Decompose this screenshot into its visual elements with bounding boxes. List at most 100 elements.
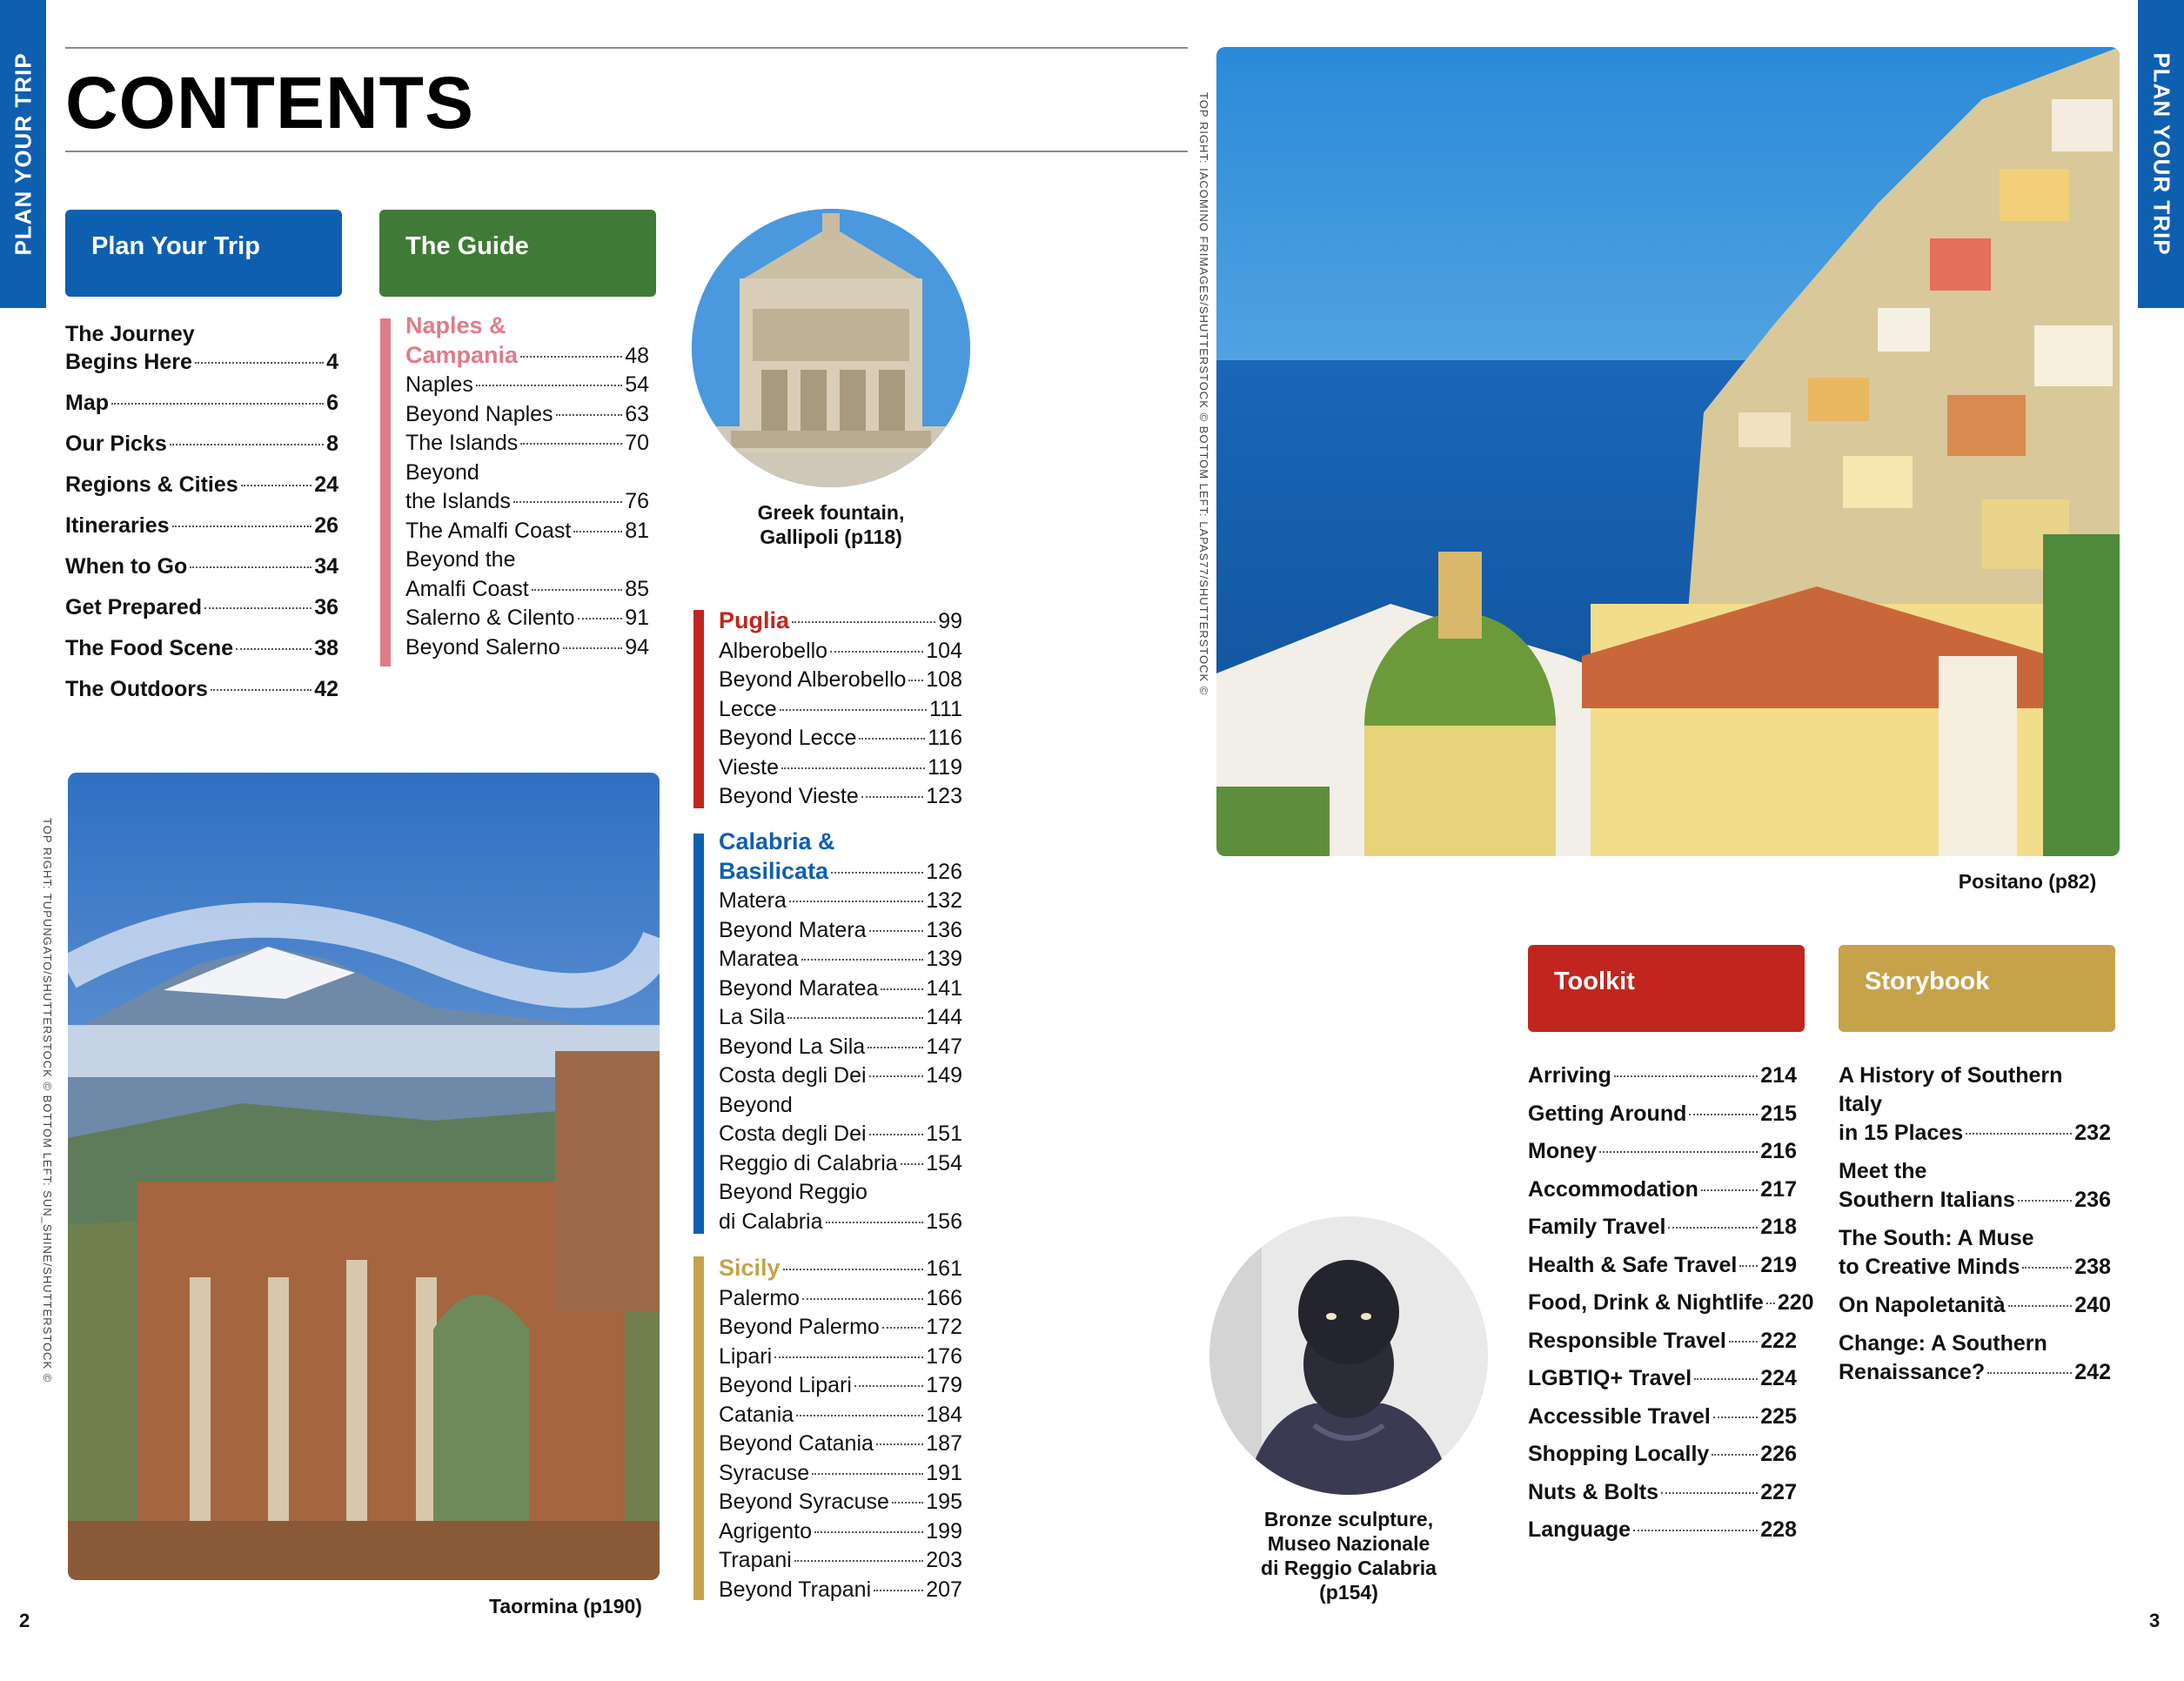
toc-leader-dots [881,988,924,990]
toc-item[interactable]: Beyond Salerno 94 [405,633,649,663]
toc-item[interactable]: Costa degli Dei 149 [719,1062,962,1091]
toc-item[interactable]: Shopping Locally 226 [1528,1440,1797,1469]
toc-item[interactable]: Beyond the Islands 76 [405,459,649,517]
toc-item[interactable]: Money 216 [1528,1137,1797,1166]
toc-item[interactable]: Beyond Naples 63 [405,400,649,430]
toc-item[interactable]: The Amalfi Coast 81 [405,517,649,546]
toc-item[interactable]: Itineraries 26 [65,512,338,539]
storybook-header[interactable]: Storybook [1839,945,2115,1032]
toc-item[interactable]: The Food Scene 38 [65,634,338,662]
toc-page-number: 151 [926,1122,962,1146]
toc-item[interactable]: Get Prepared 36 [65,593,338,621]
toc-item[interactable]: The South: A Muse to Creative Minds 238 [1839,1224,2111,1282]
toc-item[interactable]: La Sila 144 [719,1003,962,1033]
toc-item[interactable]: Beyond Lecce 116 [719,724,962,753]
toc-item[interactable]: Nuts & Bolts 227 [1528,1478,1797,1507]
toc-item[interactable]: Language 228 [1528,1516,1797,1544]
toc-item[interactable]: Salerno & Cilento 91 [405,604,649,633]
toolkit-header[interactable]: Toolkit [1528,945,1805,1032]
toc-entry: Food, Drink & Nightlife 220 [1528,1289,1814,1317]
toc-leader-dots [236,648,312,650]
toc-item[interactable]: Beyond the Amalfi Coast 85 [405,546,649,604]
toc-page-number: 214 [1760,1063,1797,1088]
toc-item[interactable]: Change: A Southern Renaissance? 242 [1839,1329,2111,1387]
toc-item[interactable]: Palermo 166 [719,1284,962,1314]
toc-item[interactable]: LGBTIQ+ Travel 224 [1528,1364,1797,1393]
toc-item[interactable]: Food, Drink & Nightlife 220 [1528,1289,1814,1317]
toc-entry: Southern Italians 236 [1839,1186,2111,1215]
toc-item[interactable]: The Journey Begins Here 4 [65,320,338,376]
toc-item[interactable]: Beyond Reggio di Calabria 156 [719,1178,962,1236]
toc-item[interactable]: Vieste 119 [719,753,962,783]
toc-item[interactable]: Responsible Travel 222 [1528,1327,1797,1356]
toc-entry: Sicily 161 [719,1254,962,1284]
toc-entry: La Sila 144 [719,1003,962,1033]
toc-item[interactable]: Beyond Catania 187 [719,1430,962,1459]
toc-item[interactable]: Family Travel 218 [1528,1213,1797,1242]
toc-leader-dots [874,1589,924,1591]
toc-item[interactable]: Agrigento 199 [719,1517,962,1547]
toc-item[interactable]: The Outdoors 42 [65,675,338,703]
toc-entry: Beyond Salerno 94 [405,633,649,663]
toc-item[interactable]: Naples 54 [405,371,649,400]
toc-item[interactable]: Meet the Southern Italians 236 [1839,1157,2111,1215]
toc-page-number: 132 [926,888,962,913]
toc-item[interactable]: Regions & Cities 24 [65,471,338,499]
toc-entry: The Islands 70 [405,429,649,459]
toc-item[interactable]: Lipari 176 [719,1343,962,1372]
toc-item[interactable]: Syracuse 191 [719,1459,962,1489]
toc-item[interactable]: Beyond Matera 136 [719,916,962,946]
toc-leader-dots [475,385,623,386]
toc-item[interactable]: Reggio di Calabria 154 [719,1149,962,1179]
toc-item[interactable]: Catania 184 [719,1401,962,1430]
toc-item[interactable]: When to Go 34 [65,553,338,580]
toc-item[interactable]: Beyond Costa degli Dei 151 [719,1091,962,1149]
toc-item[interactable]: Beyond Palermo 172 [719,1313,962,1343]
toc-item[interactable]: Beyond Lipari 179 [719,1371,962,1401]
toc-item[interactable]: On Napoletanità 240 [1839,1291,2111,1320]
toc-item[interactable]: Health & Safe Travel 219 [1528,1251,1797,1280]
toc-item[interactable]: Beyond Vieste 123 [719,782,962,812]
toc-entry-label: Vieste [719,754,780,780]
toc-item[interactable]: Arriving 214 [1528,1062,1797,1090]
toc-entry: Accessible Travel 225 [1528,1403,1797,1431]
toc-entry-label: The Amalfi Coast [405,518,572,543]
toc-item[interactable]: A History of Southern Italy in 15 Places 2… [1839,1062,2111,1148]
page-title: CONTENTS [65,62,474,144]
toc-item[interactable]: Lecce 111 [719,695,962,725]
toc-item[interactable]: Naples & Campania 48 [405,311,649,371]
positano-photo [1216,47,2120,856]
toc-item[interactable]: Accommodation 217 [1528,1175,1797,1204]
toc-item[interactable]: Maratea 139 [719,945,962,974]
toc-item[interactable]: Calabria & Basilicata 126 [719,827,962,887]
toc-entry-label: Beyond Naples [405,401,553,426]
toc-item[interactable]: Trapani 203 [719,1546,962,1576]
toc-entry: Beyond Lecce 116 [719,724,962,753]
toc-item[interactable]: The Islands 70 [405,429,649,459]
toc-item[interactable]: Alberobello 104 [719,637,962,666]
toc-item[interactable]: Puglia 99 [719,606,962,637]
toc-item[interactable]: Beyond Syracuse 195 [719,1488,962,1517]
toc-item[interactable]: Beyond La Sila 147 [719,1033,962,1062]
toc-entry-label: Beyond Alberobello [719,667,907,692]
toc-item[interactable]: Sicily 161 [719,1254,962,1284]
toc-leader-dots [891,1502,924,1504]
toc-entry-label: Get Prepared [65,595,203,619]
toc-item[interactable]: Our Picks 8 [65,430,338,458]
toc-item[interactable]: Beyond Alberobello 108 [719,666,962,695]
the-guide-header[interactable]: The Guide [379,210,656,297]
toc-entry: Syracuse 191 [719,1459,962,1489]
toc-leader-dots [854,1385,924,1387]
toc-item[interactable]: Accessible Travel 225 [1528,1403,1797,1431]
toc-item-line: Beyond the [405,547,516,572]
toc-entry: Beyond Trapani 207 [719,1576,962,1605]
toc-entry: Costa degli Dei 149 [719,1062,962,1091]
toc-item[interactable]: Beyond Maratea 141 [719,974,962,1004]
toc-item[interactable]: Matera 132 [719,887,962,916]
toc-entry-label: Basilicata [719,857,829,884]
toc-item[interactable]: Map 6 [65,389,338,417]
toc-item[interactable]: Getting Around 215 [1528,1100,1797,1128]
calabria-section-bar [693,834,704,1234]
toc-item[interactable]: Beyond Trapani 207 [719,1576,962,1605]
plan-your-trip-header[interactable]: Plan Your Trip [65,210,342,297]
